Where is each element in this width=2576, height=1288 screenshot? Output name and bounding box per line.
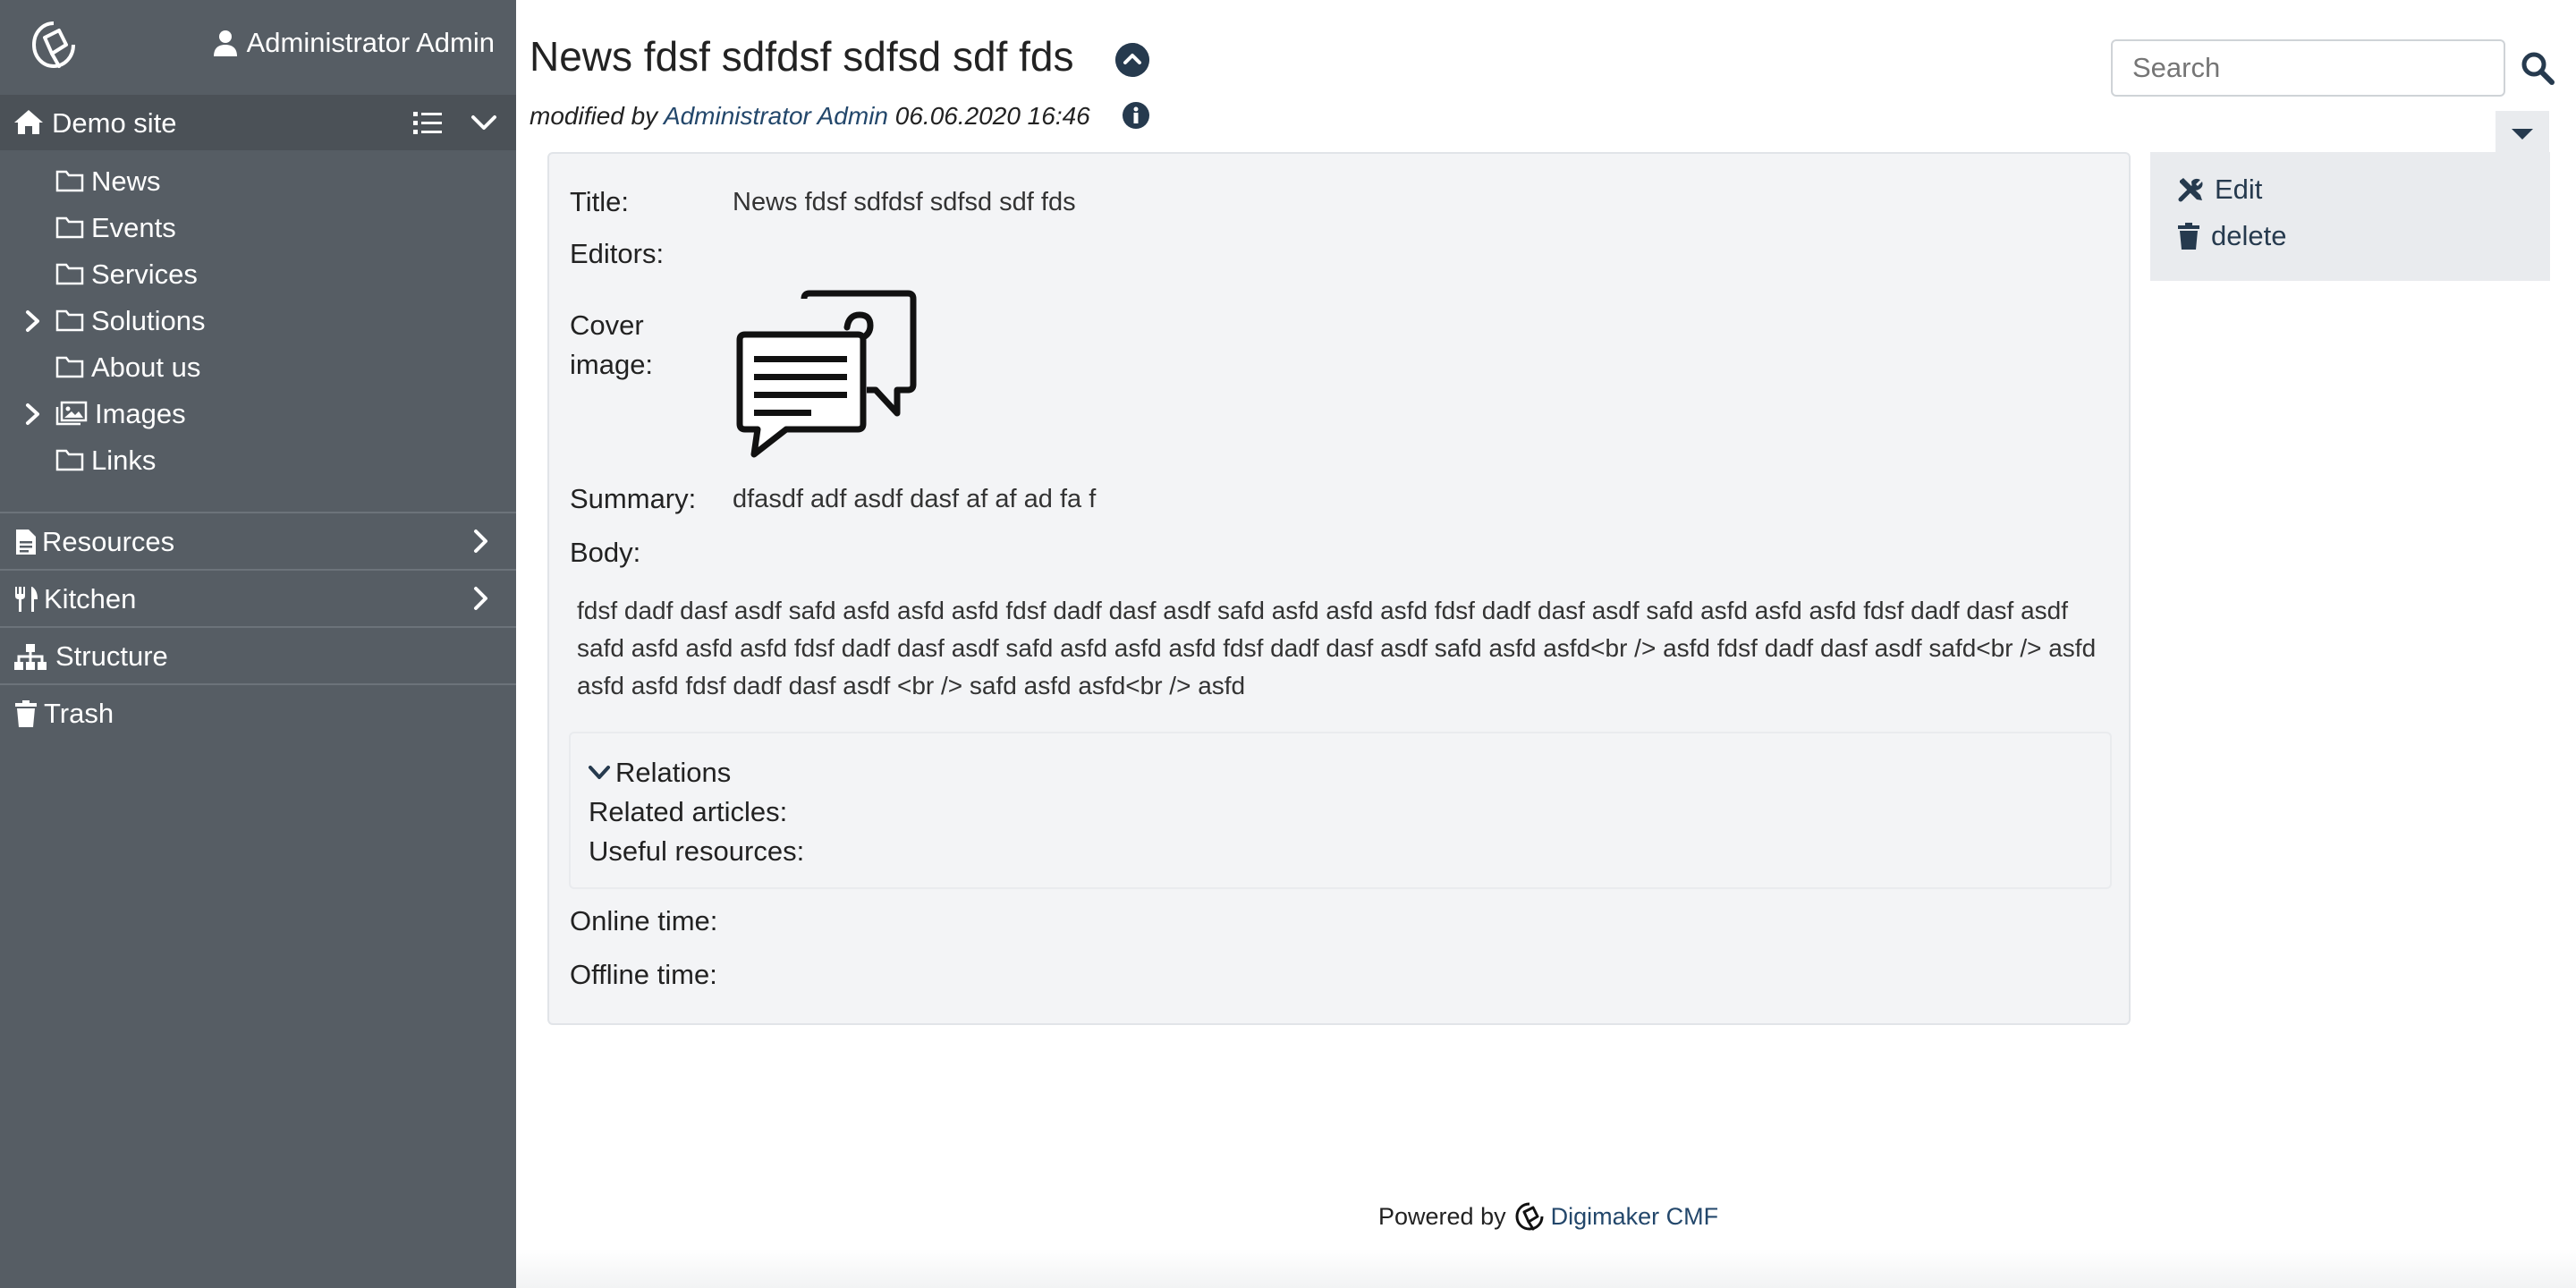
editors-label: Editors: — [570, 238, 665, 269]
section-label: Structure — [55, 640, 168, 672]
section-kitchen[interactable]: Kitchen — [0, 571, 516, 626]
tree-item-label: Links — [91, 445, 157, 476]
section-label: Kitchen — [44, 583, 137, 614]
summary-value: dfasdf adf asdf dasf af af ad fa f — [733, 485, 1097, 513]
tools-icon — [2178, 178, 2203, 202]
user-name: Administrator Admin — [246, 27, 495, 58]
chevron-right-icon[interactable] — [23, 309, 43, 333]
modified-by-link[interactable]: Administrator Admin — [664, 102, 888, 130]
images-icon — [55, 401, 88, 426]
search-icon[interactable] — [2520, 50, 2555, 86]
edit-label: Edit — [2215, 174, 2263, 205]
file-icon — [16, 530, 36, 555]
chevron-right-icon — [474, 530, 487, 553]
folder-icon — [55, 263, 84, 285]
folder-icon — [55, 309, 84, 332]
trash-icon — [15, 700, 37, 727]
utensils-icon — [15, 587, 38, 612]
tree-item-label: News — [91, 165, 161, 197]
tree-item-solutions[interactable]: Solutions — [0, 299, 516, 342]
section-structure[interactable]: Structure — [0, 628, 516, 683]
footer-shade — [516, 1249, 2576, 1288]
site-selector[interactable]: Demo site — [0, 95, 516, 150]
tree-item-about-us[interactable]: About us — [0, 345, 516, 388]
chevron-down-icon[interactable] — [470, 113, 497, 132]
tree-item-label: About us — [91, 352, 201, 383]
edit-button[interactable]: Edit — [2177, 174, 2262, 206]
modified-info: modified by Administrator Admin 06.06.20… — [530, 102, 1090, 131]
tree-item-label: Events — [91, 212, 176, 243]
sitemap-icon — [14, 644, 47, 670]
tree-item-images[interactable]: Images — [0, 392, 516, 435]
tree-item-label: Solutions — [91, 305, 206, 336]
sidebar: Administrator Admin Demo site News Event… — [0, 0, 516, 1288]
title-label: Title: — [570, 186, 630, 217]
modified-date: 06.06.2020 16:46 — [894, 102, 1090, 130]
online-time-label: Online time: — [570, 905, 718, 936]
digimaker-link[interactable]: Digimaker CMF — [1551, 1203, 1719, 1231]
caret-down-icon[interactable] — [2496, 111, 2549, 156]
section-resources[interactable]: Resources — [0, 513, 516, 569]
trash-icon — [2178, 223, 2199, 250]
body-label: Body: — [570, 537, 641, 568]
tree-item-news[interactable]: News — [0, 159, 516, 202]
relations-panel: Relations Related articles: Useful resou… — [569, 732, 2112, 889]
title-value: News fdsf sdfdsf sdfsd sdf fds — [733, 188, 1076, 216]
tree-item-events[interactable]: Events — [0, 206, 516, 249]
cover-image-label-line1: Cover — [570, 309, 644, 341]
chevron-up-circle-icon[interactable] — [1115, 43, 1149, 77]
relations-label: Relations — [615, 757, 732, 788]
user-icon — [213, 30, 237, 56]
folder-icon — [55, 449, 84, 471]
info-icon[interactable] — [1121, 100, 1151, 131]
chevron-right-icon — [474, 587, 487, 610]
chat-bubbles-icon — [733, 288, 917, 458]
summary-label: Summary: — [570, 483, 697, 514]
search-input[interactable] — [2111, 39, 2505, 97]
section-label: Trash — [44, 698, 114, 729]
section-trash[interactable]: Trash — [0, 685, 516, 741]
section-label: Resources — [42, 526, 175, 557]
cover-image-label-line2: image: — [570, 349, 654, 380]
content-details: Title: News fdsf sdfdsf sdfsd sdf fds Ed… — [547, 152, 2131, 1025]
actions-panel: Edit delete — [2150, 152, 2550, 281]
digimaker-logo-icon[interactable] — [27, 18, 80, 73]
tree-item-label: Services — [91, 258, 198, 290]
list-icon[interactable] — [411, 109, 444, 136]
modified-prefix: modified by — [530, 102, 658, 130]
useful-resources-label: Useful resources: — [589, 835, 805, 867]
user-menu[interactable]: Administrator Admin — [213, 27, 495, 59]
powered-by-text: Powered by — [1378, 1202, 1506, 1230]
tree-item-services[interactable]: Services — [0, 252, 516, 295]
sidebar-header: Administrator Admin — [0, 0, 516, 93]
folder-icon — [55, 170, 84, 192]
delete-button[interactable]: delete — [2177, 220, 2286, 252]
body-value: fdsf dadf dasf asdf safd asfd asfd asfd … — [577, 597, 2097, 699]
site-label: Demo site — [52, 107, 177, 139]
related-articles-label: Related articles: — [589, 796, 788, 827]
chevron-right-icon[interactable] — [23, 402, 43, 426]
folder-icon — [55, 216, 84, 239]
offline-time-label: Offline time: — [570, 959, 717, 990]
relations-toggle[interactable]: Relations — [587, 757, 731, 789]
folder-icon — [55, 356, 84, 378]
main-content: News fdsf sdfdsf sdfsd sdf fds modified … — [516, 0, 2576, 1288]
tree-item-links[interactable]: Links — [0, 438, 516, 481]
chevron-down-icon — [589, 766, 610, 779]
footer: Powered by Digimaker CMF — [1378, 1200, 1718, 1233]
page-title: News fdsf sdfdsf sdfsd sdf fds — [530, 33, 1074, 80]
digimaker-logo-icon — [1515, 1202, 1544, 1231]
delete-label: delete — [2211, 220, 2287, 251]
home-icon — [14, 110, 43, 134]
tree-item-label: Images — [95, 398, 186, 429]
